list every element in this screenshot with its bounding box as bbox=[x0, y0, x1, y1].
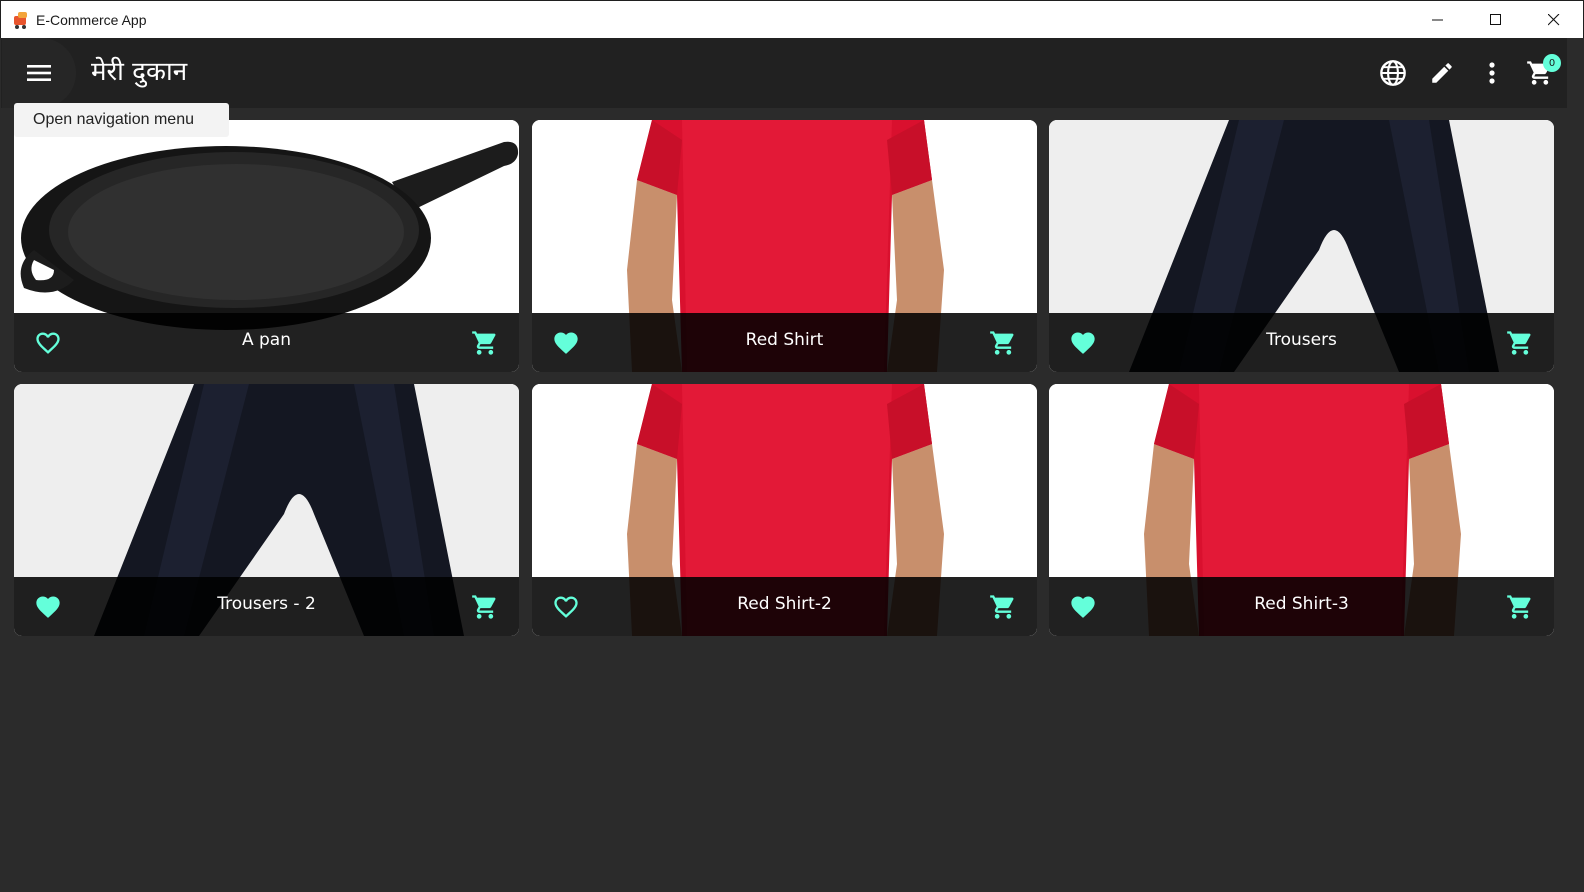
window-controls bbox=[1409, 1, 1583, 38]
heart-filled-icon bbox=[36, 596, 60, 618]
favorite-button[interactable] bbox=[548, 589, 584, 625]
favorite-button[interactable] bbox=[30, 589, 66, 625]
product-card[interactable]: Red Shirt bbox=[532, 120, 1037, 372]
globe-icon bbox=[1380, 60, 1406, 86]
add-to-cart-button[interactable] bbox=[985, 589, 1021, 625]
heart-filled-icon bbox=[554, 332, 578, 354]
product-card[interactable]: Red Shirt-3 bbox=[1049, 384, 1554, 636]
app-cart-icon bbox=[12, 11, 30, 29]
favorite-button[interactable] bbox=[1065, 325, 1101, 361]
window-title: E-Commerce App bbox=[36, 11, 147, 28]
add-to-cart-button[interactable] bbox=[1502, 589, 1538, 625]
product-card-footer: Red Shirt bbox=[532, 313, 1037, 372]
add-to-cart-icon bbox=[472, 595, 496, 619]
product-name: Red Shirt-2 bbox=[737, 594, 832, 614]
close-icon bbox=[1548, 13, 1560, 25]
product-card[interactable]: Red Shirt-2 bbox=[532, 384, 1037, 636]
more-options-button[interactable] bbox=[1471, 52, 1513, 94]
navigation-menu-tooltip: Open navigation menu bbox=[14, 103, 229, 137]
add-to-cart-button[interactable] bbox=[1502, 325, 1538, 361]
app-bar: मेरी दुकान 0 bbox=[1, 38, 1567, 108]
add-to-cart-icon bbox=[990, 595, 1014, 619]
more-vert-icon bbox=[1489, 62, 1495, 84]
product-name: A pan bbox=[241, 330, 292, 350]
edit-button[interactable] bbox=[1421, 52, 1463, 94]
add-to-cart-button[interactable] bbox=[985, 325, 1021, 361]
favorite-button[interactable] bbox=[548, 325, 584, 361]
maximize-button[interactable] bbox=[1467, 1, 1525, 38]
maximize-icon bbox=[1490, 13, 1501, 25]
tooltip-text: Open navigation menu bbox=[33, 111, 194, 128]
product-card[interactable]: A pan bbox=[14, 120, 519, 372]
cart-count-badge: 0 bbox=[1543, 54, 1561, 72]
cart-button[interactable]: 0 bbox=[1519, 52, 1561, 94]
product-card[interactable]: Trousers - 2 bbox=[14, 384, 519, 636]
add-to-cart-icon bbox=[472, 331, 496, 355]
product-name: Trousers - 2 bbox=[217, 594, 316, 614]
heart-filled-icon bbox=[1071, 596, 1095, 618]
hamburger-menu-icon bbox=[27, 65, 51, 81]
product-card-footer: Red Shirt-2 bbox=[532, 577, 1037, 636]
product-card[interactable]: Trousers bbox=[1049, 120, 1554, 372]
close-button[interactable] bbox=[1525, 1, 1583, 38]
favorite-button[interactable] bbox=[1065, 589, 1101, 625]
add-to-cart-icon bbox=[1507, 595, 1531, 619]
minimize-button[interactable] bbox=[1409, 1, 1467, 38]
product-card-footer: Red Shirt-3 bbox=[1049, 577, 1554, 636]
heart-filled-icon bbox=[1071, 332, 1095, 354]
add-to-cart-button[interactable] bbox=[467, 325, 503, 361]
pencil-icon bbox=[1432, 63, 1452, 83]
language-button[interactable] bbox=[1372, 52, 1414, 94]
product-card-footer: Trousers - 2 bbox=[14, 577, 519, 636]
navigation-menu-button[interactable] bbox=[2, 38, 76, 108]
page-title: मेरी दुकान bbox=[91, 57, 188, 87]
add-to-cart-icon bbox=[1507, 331, 1531, 355]
add-to-cart-button[interactable] bbox=[467, 589, 503, 625]
product-card-footer: A pan bbox=[14, 313, 519, 372]
favorite-button[interactable] bbox=[30, 325, 66, 361]
product-card-footer: Trousers bbox=[1049, 313, 1554, 372]
heart-outline-icon bbox=[554, 596, 578, 618]
add-to-cart-icon bbox=[990, 331, 1014, 355]
product-name: Trousers bbox=[1266, 330, 1337, 350]
window-titlebar: E-Commerce App bbox=[0, 0, 1584, 38]
minimize-icon bbox=[1432, 19, 1443, 20]
product-name: Red Shirt-3 bbox=[1254, 594, 1349, 614]
product-name: Red Shirt bbox=[745, 330, 824, 350]
heart-outline-icon bbox=[36, 332, 60, 354]
